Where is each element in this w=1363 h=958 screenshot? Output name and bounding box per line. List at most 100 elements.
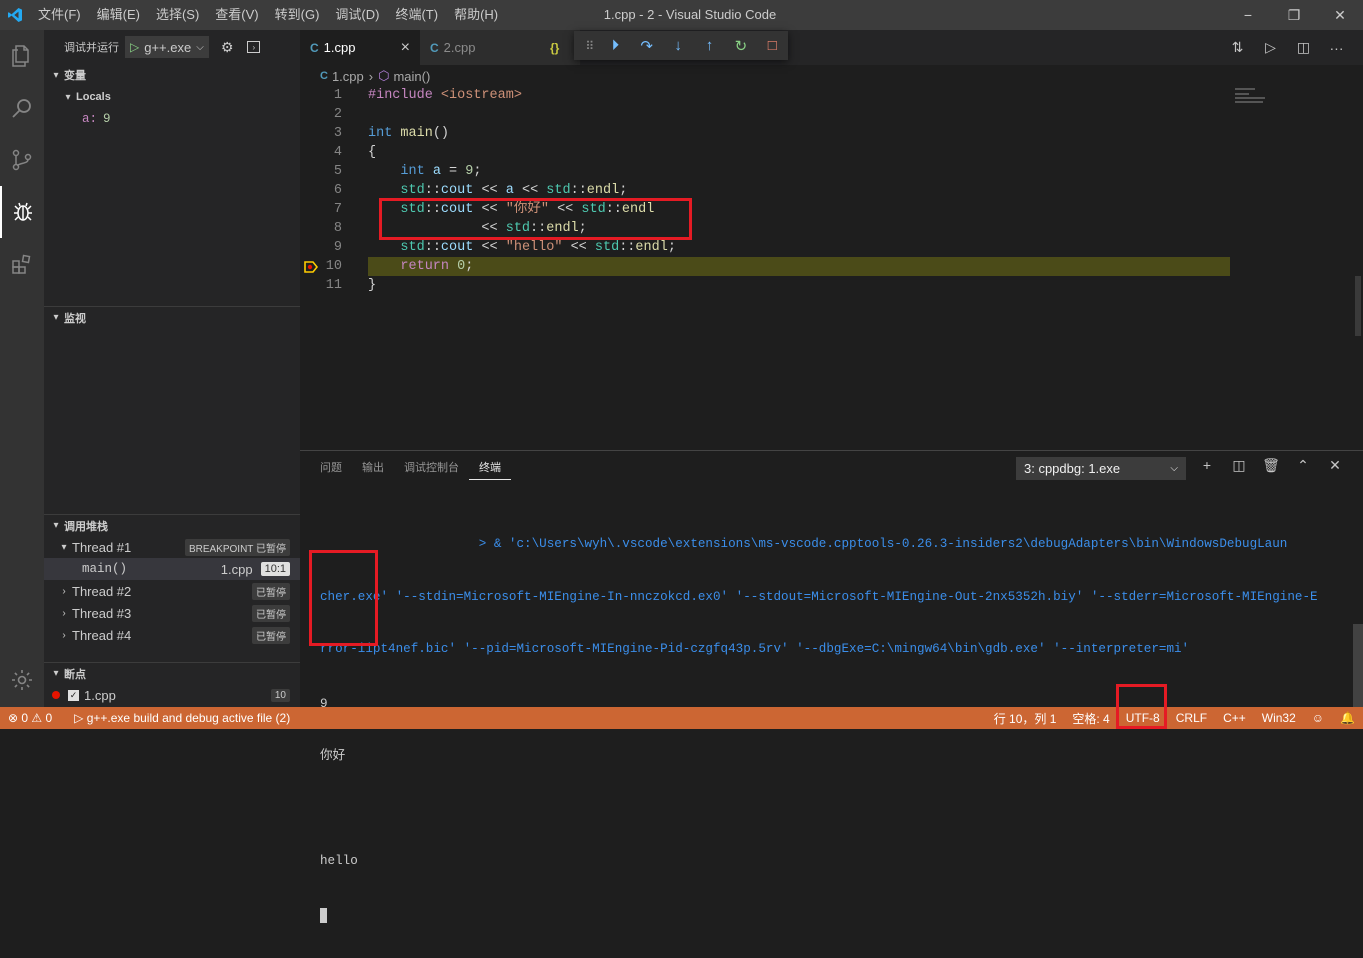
tab-label: 2.cpp xyxy=(443,40,476,55)
title-bar: 文件(F) 编辑(E) 选择(S) 查看(V) 转到(G) 调试(D) 终端(T… xyxy=(0,0,1363,30)
terminal-select[interactable]: 3: cppdbg: 1.exe ⌵ xyxy=(1016,457,1186,480)
split-editor-icon[interactable]: ◫ xyxy=(1287,39,1320,56)
code-editor[interactable]: 1 #include <iostream> 2 3 int main() 4{ 5 … xyxy=(300,86,1363,446)
stop-icon[interactable]: □ xyxy=(757,37,788,54)
search-icon[interactable] xyxy=(0,82,44,134)
debug-toolbar: 调试并运行 ▷ g++.exe ⌵ ⚙ › xyxy=(44,30,300,64)
feedback-icon[interactable]: ☺ xyxy=(1304,711,1332,725)
terminal-line: cher.exe' '--stdin=Microsoft-MIEngine-In… xyxy=(320,589,1318,604)
step-over-icon[interactable]: ↷ xyxy=(631,37,662,55)
debug-icon[interactable] xyxy=(0,186,44,238)
terminal-output[interactable]: > & 'c:\Users\wyh\.vscode\extensions\ms-… xyxy=(320,501,1318,958)
variable-name: a: xyxy=(82,112,98,126)
maximize-icon[interactable]: ⌃ xyxy=(1287,457,1319,474)
source-control-icon[interactable] xyxy=(0,134,44,186)
editor-scrollbar[interactable] xyxy=(1355,276,1361,336)
program-output-line: hello xyxy=(320,854,358,868)
thread-row[interactable]: › Thread #2 已暂停 xyxy=(44,580,300,602)
menu-view[interactable]: 查看(V) xyxy=(207,0,266,30)
menu-terminal[interactable]: 终端(T) xyxy=(387,0,446,30)
stack-frame-row[interactable]: main() 1.cpp 10:1 xyxy=(44,558,300,580)
compare-icon[interactable]: ⇅ xyxy=(1221,39,1254,56)
cursor-position[interactable]: 行 10，列 1 xyxy=(986,710,1065,727)
start-debugging-icon[interactable]: ▷ xyxy=(130,40,139,54)
variable-a[interactable]: a: 9 xyxy=(44,108,300,130)
minimap xyxy=(1235,86,1295,111)
tab-problems[interactable]: 问题 xyxy=(310,451,352,486)
variables-title: 变量 xyxy=(64,70,86,82)
menu-debug[interactable]: 调试(D) xyxy=(327,0,387,30)
line-number: 6 xyxy=(333,183,342,198)
launch-status[interactable]: ▷ g++.exe build and debug active file (2… xyxy=(66,711,298,725)
indentation-status[interactable]: 空格: 4 xyxy=(1064,710,1117,727)
watch-header[interactable]: ▾ 监视 xyxy=(44,306,300,328)
debug-console-icon[interactable]: › xyxy=(247,41,261,53)
menu-file[interactable]: 文件(F) xyxy=(30,0,89,30)
chevron-down-icon: ▾ xyxy=(61,541,67,553)
more-actions-icon[interactable]: ··· xyxy=(1320,40,1353,56)
frame-name: main() xyxy=(82,562,128,576)
line-number: 9 xyxy=(333,240,342,255)
close-panel-icon[interactable]: ✕ xyxy=(1319,457,1351,474)
restore-button[interactable]: ❐ xyxy=(1271,0,1317,30)
menu-go[interactable]: 转到(G) xyxy=(267,0,328,30)
variable-value: 9 xyxy=(103,112,111,126)
breakpoint-row[interactable]: ✓ 1.cpp 10 xyxy=(44,684,300,706)
split-terminal-icon[interactable]: ◫ xyxy=(1223,457,1255,474)
line-number: 8 xyxy=(333,221,342,236)
gear-icon[interactable]: ⚙ xyxy=(221,39,234,56)
thread-row[interactable]: ▾ Thread #1 BREAKPOINT 已暂停 xyxy=(44,536,300,558)
restart-icon[interactable]: ↻ xyxy=(725,37,756,55)
tab-2cpp[interactable]: C 2.cpp xyxy=(420,30,540,65)
terminal-cursor xyxy=(320,907,327,923)
extensions-icon[interactable] xyxy=(0,238,44,290)
step-into-icon[interactable]: ↓ xyxy=(662,37,693,54)
cpp-file-icon: C xyxy=(320,70,328,82)
menu-selection[interactable]: 选择(S) xyxy=(148,0,207,30)
close-icon[interactable]: × xyxy=(401,39,410,57)
eol-status[interactable]: CRLF xyxy=(1168,711,1215,725)
tab-debug-console[interactable]: 调试控制台 xyxy=(394,451,469,486)
variables-header[interactable]: ▾ 变量 xyxy=(44,64,300,86)
launch-config-select[interactable]: ▷ g++.exe ⌵ xyxy=(125,36,209,58)
thread-row[interactable]: › Thread #4 已暂停 xyxy=(44,624,300,646)
trash-icon[interactable]: 🗑 xyxy=(1255,457,1287,474)
drag-handle-icon[interactable]: ⠿ xyxy=(580,39,600,53)
code-line: 11} xyxy=(300,276,1230,295)
line-number: 1 xyxy=(333,88,342,103)
checkbox-checked-icon[interactable]: ✓ xyxy=(68,689,79,701)
settings-gear-icon[interactable] xyxy=(0,654,44,706)
close-window-button[interactable]: ✕ xyxy=(1317,0,1363,30)
menu-help[interactable]: 帮助(H) xyxy=(446,0,506,30)
tab-1cpp[interactable]: C 1.cpp × xyxy=(300,30,420,65)
continue-icon[interactable]: ⏵ xyxy=(600,37,631,54)
thread-row[interactable]: › Thread #3 已暂停 xyxy=(44,602,300,624)
add-icon[interactable]: + xyxy=(1191,457,1223,474)
run-icon[interactable]: ▷ xyxy=(1254,39,1287,56)
breadcrumb-file[interactable]: 1.cpp xyxy=(332,69,364,84)
line-number: 4 xyxy=(333,145,342,160)
breakpoints-header[interactable]: ▾ 断点 xyxy=(44,662,300,684)
locals-scope[interactable]: ▾ Locals xyxy=(44,86,300,108)
terminal-scrollbar[interactable] xyxy=(1353,624,1363,708)
bell-icon[interactable]: 🔔 xyxy=(1332,711,1363,725)
platform-status[interactable]: Win32 xyxy=(1254,711,1304,725)
step-out-icon[interactable]: ↑ xyxy=(694,37,725,54)
problems-status[interactable]: ⊗ 0 ⚠ 0 xyxy=(0,711,60,725)
breakpoints-section: ▾ 断点 ✓ 1.cpp 10 xyxy=(44,662,300,706)
terminal-select-label: 3: cppdbg: 1.exe xyxy=(1024,461,1121,476)
tab-label: 1.cpp xyxy=(323,40,356,55)
status-badge: 已暂停 xyxy=(252,626,290,644)
tab-output[interactable]: 输出 xyxy=(352,451,394,486)
minimize-button[interactable]: − xyxy=(1225,0,1271,30)
language-mode[interactable]: C++ xyxy=(1215,711,1254,725)
chevron-right-icon: › xyxy=(62,629,66,641)
thread-name: Thread #2 xyxy=(72,583,132,599)
callstack-header[interactable]: ▾ 调用堆栈 xyxy=(44,514,300,536)
code-line: 3 int main() xyxy=(300,124,1230,143)
explorer-icon[interactable] xyxy=(0,30,44,82)
window-controls: − ❐ ✕ xyxy=(1225,0,1363,30)
tab-terminal[interactable]: 终端 xyxy=(469,457,511,480)
breadcrumb-symbol[interactable]: main() xyxy=(393,69,430,84)
menu-edit[interactable]: 编辑(E) xyxy=(89,0,148,30)
